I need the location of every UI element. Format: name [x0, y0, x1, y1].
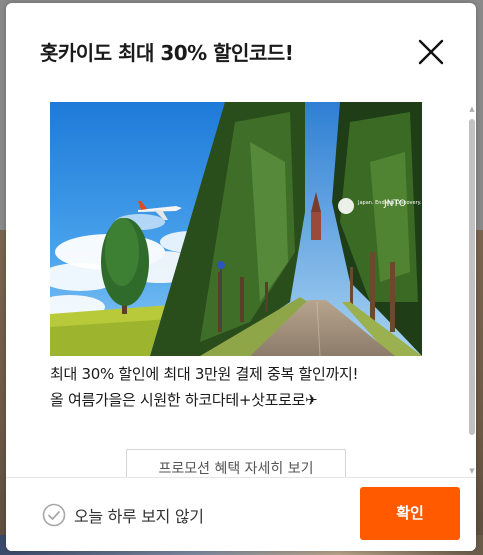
promo-line-2: 올 여름가을은 시원한 하코다테+삿포로로✈ — [50, 391, 318, 409]
promo-description: 최대 30% 할인에 최대 3만원 결제 중복 할인까지! 올 여름가을은 시원… — [50, 361, 450, 413]
confirm-button[interactable]: 확인 — [360, 487, 460, 540]
promo-line-1: 최대 30% 할인에 최대 3만원 결제 중복 할인까지! — [50, 365, 359, 383]
modal-footer: 오늘 하루 보지 않기 확인 — [6, 477, 476, 551]
svg-text:JNTO: JNTO — [383, 199, 406, 209]
scroll-up-arrow-icon[interactable]: ▲ — [468, 105, 476, 113]
close-icon — [418, 39, 444, 65]
close-button[interactable] — [416, 37, 446, 67]
dont-show-today-label: 오늘 하루 보지 않기 — [74, 507, 204, 526]
scroll-down-arrow-icon[interactable]: ▼ — [468, 467, 476, 475]
promo-modal: 홋카이도 최대 30% 할인코드! Japan. Endless Discove… — [6, 3, 476, 551]
dont-show-today-checkbox[interactable]: 오늘 하루 보지 않기 — [42, 502, 204, 528]
check-circle-icon — [42, 503, 66, 527]
modal-title: 홋카이도 최대 30% 할인코드! — [40, 41, 294, 65]
scroll-thumb[interactable] — [469, 119, 475, 435]
scrollbar[interactable]: ▲ ▼ — [468, 105, 476, 479]
promo-banner-image[interactable]: Japan. Endless Discovery. JNTO — [50, 102, 422, 356]
modal-header: 홋카이도 최대 30% 할인코드! — [6, 3, 476, 93]
promotion-details-button[interactable]: 프로모션 혜택 자세히 보기 — [126, 449, 346, 477]
modal-content: Japan. Endless Discovery. JNTO 최대 30% 할인… — [6, 93, 468, 477]
